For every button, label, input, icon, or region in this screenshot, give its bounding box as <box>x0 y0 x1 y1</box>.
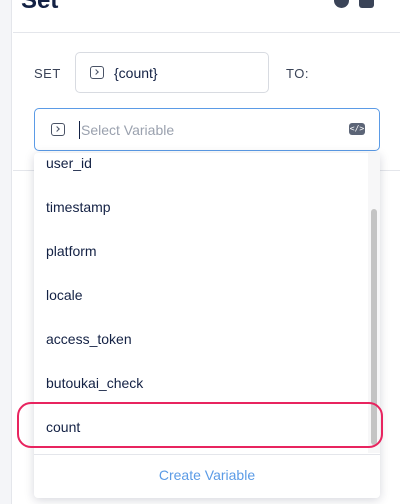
list-item[interactable]: timestamp <box>46 199 111 215</box>
gear-icon[interactable] <box>359 0 374 8</box>
text-caret <box>79 120 80 139</box>
header-divider <box>13 32 400 33</box>
variable-icon <box>51 123 65 136</box>
list-item[interactable]: butoukai_check <box>46 375 143 391</box>
variable-icon <box>90 66 104 79</box>
to-label: TO: <box>286 66 309 81</box>
info-icon[interactable] <box>334 0 349 8</box>
list-item-count[interactable]: count <box>46 419 80 435</box>
list-item[interactable]: access_token <box>46 331 132 347</box>
set-label: SET <box>34 66 61 81</box>
variable-dropdown: user_id timestamp platform locale access… <box>34 153 380 498</box>
list-item[interactable]: user_id <box>46 155 92 171</box>
dropdown-footer-divider <box>34 454 380 455</box>
header-icons <box>334 0 374 8</box>
scrollbar-track[interactable] <box>368 153 380 453</box>
set-variable-value: {count} <box>114 64 158 81</box>
code-icon[interactable]: </> <box>349 123 365 135</box>
list-item[interactable]: locale <box>46 287 83 303</box>
select-variable-field[interactable]: </> <box>34 108 380 151</box>
left-sidebar-strip <box>0 0 12 504</box>
set-variable-field[interactable]: {count} <box>75 52 269 93</box>
page-title: Set <box>21 0 59 14</box>
list-item[interactable]: platform <box>46 243 97 259</box>
scrollbar-thumb[interactable] <box>371 209 377 445</box>
select-variable-input[interactable] <box>81 121 341 138</box>
create-variable-button[interactable]: Create Variable <box>34 467 380 483</box>
